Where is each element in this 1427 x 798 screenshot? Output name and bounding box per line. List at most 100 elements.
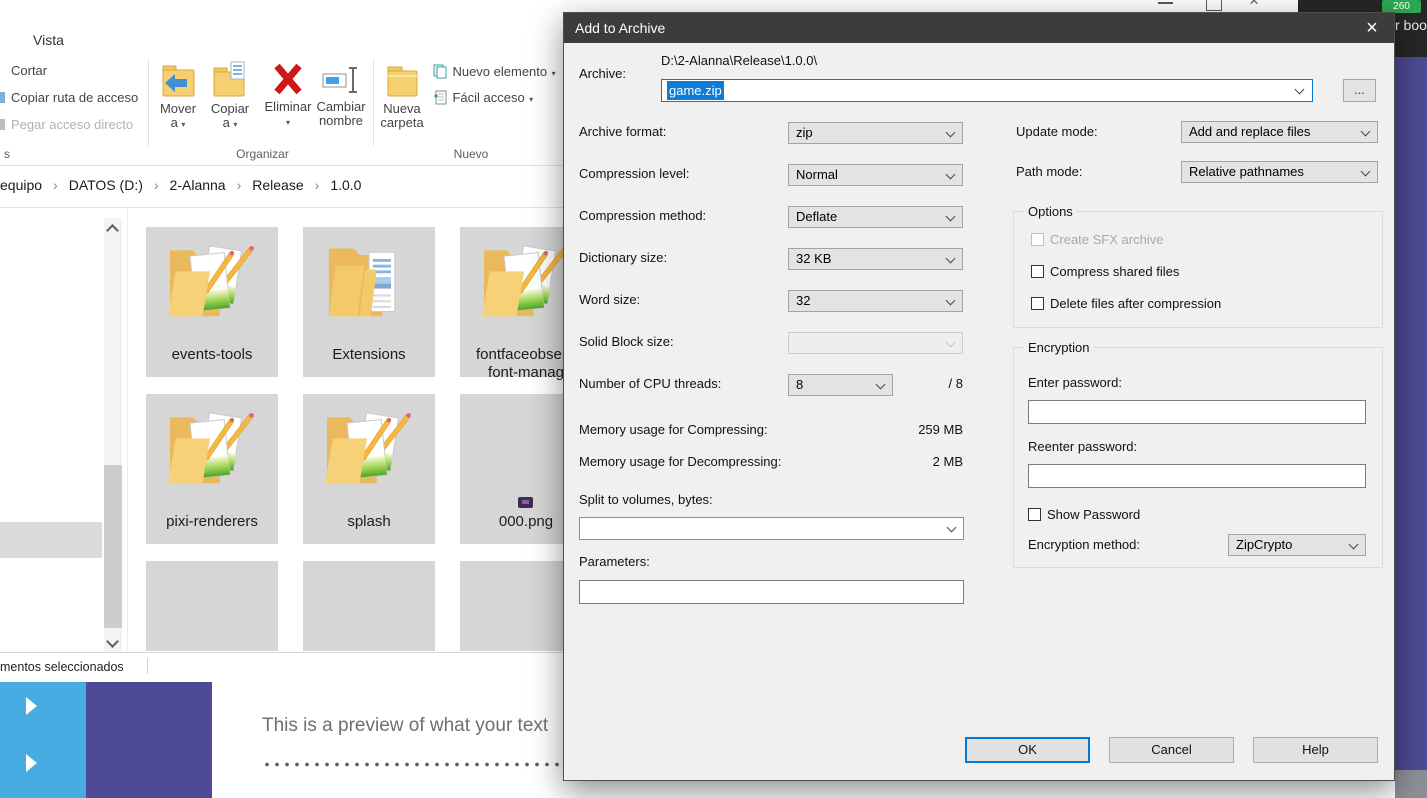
- path-mode-select[interactable]: Relative pathnames: [1181, 161, 1378, 183]
- reenter-password-input[interactable]: [1028, 464, 1366, 488]
- easy-access-icon: [433, 90, 448, 105]
- move-to-button[interactable]: Mover a ▾: [152, 60, 204, 132]
- file-tile[interactable]: pixi-renderers: [146, 394, 278, 544]
- file-tile[interactable]: events-tools: [146, 227, 278, 377]
- ribbon-separator: [148, 58, 149, 146]
- ok-button[interactable]: OK: [965, 737, 1090, 763]
- scroll-down-icon[interactable]: [106, 635, 119, 648]
- pane-divider: [127, 208, 128, 652]
- solid-block-size-select: [788, 332, 963, 354]
- checkbox-icon[interactable]: [1028, 508, 1041, 521]
- ribbon-copy-path[interactable]: Copiar ruta de acceso: [11, 90, 138, 105]
- close-icon[interactable]: ×: [1358, 15, 1386, 41]
- archive-format-select[interactable]: zip: [788, 122, 963, 144]
- archive-name-value[interactable]: game.zip: [667, 81, 724, 100]
- maximize-icon[interactable]: [1206, 0, 1222, 11]
- new-group-label: Nuevo: [385, 147, 557, 161]
- breadcrumb-item[interactable]: DATOS (D:): [69, 177, 143, 193]
- nav-pane-selected-item[interactable]: [0, 522, 102, 558]
- file-tile[interactable]: Extensions: [303, 227, 435, 377]
- create-sfx-checkbox-row: Create SFX archive: [1031, 232, 1163, 247]
- dictionary-size-select[interactable]: 32 KB: [788, 248, 963, 270]
- show-password-checkbox-row[interactable]: Show Password: [1028, 507, 1140, 522]
- webpage-preview-text: This is a preview of what your text: [262, 715, 548, 737]
- webpage-blue-panel: [0, 682, 86, 798]
- enter-password-input[interactable]: [1028, 400, 1366, 424]
- cancel-button[interactable]: Cancel: [1109, 737, 1234, 763]
- rename-icon: [321, 60, 361, 100]
- breadcrumb-item[interactable]: 1.0.0: [330, 177, 361, 193]
- compression-level-label: Compression level:: [579, 166, 690, 182]
- delete-icon: [269, 60, 307, 100]
- play-arrow-icon[interactable]: [26, 697, 37, 715]
- chevron-down-icon: [946, 128, 956, 138]
- chevron-down-icon: [1361, 127, 1371, 137]
- file-tile[interactable]: [146, 561, 278, 651]
- delete-after-checkbox-row[interactable]: Delete files after compression: [1031, 296, 1221, 311]
- memory-decompressing-label: Memory usage for Decompressing:: [579, 454, 781, 470]
- webpage-purple-panel: [86, 682, 212, 798]
- scrollbar-thumb[interactable]: [104, 465, 122, 628]
- checkbox-icon[interactable]: [1031, 297, 1044, 310]
- encryption-method-label: Encryption method:: [1028, 537, 1140, 553]
- encryption-method-select[interactable]: ZipCrypto: [1228, 534, 1366, 556]
- encryption-group-title: Encryption: [1024, 340, 1093, 355]
- paste-shortcut-icon: [0, 119, 5, 130]
- update-mode-label: Update mode:: [1016, 124, 1098, 140]
- word-size-select[interactable]: 32: [788, 290, 963, 312]
- help-button[interactable]: Help: [1253, 737, 1378, 763]
- solid-block-size-label: Solid Block size:: [579, 334, 674, 350]
- delete-button[interactable]: Eliminar ▾: [258, 60, 318, 130]
- close-icon[interactable]: ×: [1244, 0, 1264, 10]
- checkbox-icon[interactable]: [1031, 265, 1044, 278]
- chevron-down-icon: [947, 523, 957, 533]
- browse-button[interactable]: ...: [1343, 79, 1376, 102]
- compression-method-label: Compression method:: [579, 208, 706, 224]
- tab-vista[interactable]: Vista: [33, 32, 64, 48]
- minimize-icon[interactable]: [1158, 2, 1173, 4]
- new-item-button[interactable]: Nuevo elemento ▾: [433, 63, 556, 81]
- chevron-down-icon: [1361, 167, 1371, 177]
- dialog-title-bar[interactable]: Add to Archive ×: [564, 13, 1394, 43]
- dialog-title: Add to Archive: [575, 13, 665, 43]
- compression-method-select[interactable]: Deflate: [788, 206, 963, 228]
- easy-access-button[interactable]: Fácil acceso ▾: [433, 89, 533, 107]
- breadcrumb-item[interactable]: Release: [252, 177, 303, 193]
- ribbon-paste-shortcut: Pegar acceso directo: [11, 117, 133, 132]
- folder-icon: [321, 404, 417, 488]
- chevron-down-icon[interactable]: [1295, 85, 1305, 95]
- chevron-down-icon: ▾: [552, 69, 556, 78]
- dictionary-size-label: Dictionary size:: [579, 250, 667, 266]
- play-arrow-icon[interactable]: [26, 754, 37, 772]
- rename-button[interactable]: Cambiar nombre: [310, 60, 372, 128]
- file-tile[interactable]: splash: [303, 394, 435, 544]
- scrollbar[interactable]: [104, 218, 122, 652]
- memory-decompressing-value: 2 MB: [844, 454, 963, 469]
- chevron-down-icon: [1349, 540, 1359, 550]
- archive-path: D:\2-Alanna\Release\1.0.0\: [661, 53, 817, 69]
- chevron-down-icon: [946, 254, 956, 264]
- encryption-group: Encryption Enter password: Reenter passw…: [1013, 347, 1383, 568]
- ribbon-separator: [373, 58, 374, 146]
- new-folder-button[interactable]: Nueva carpeta: [376, 60, 428, 130]
- status-text: mentos seleccionados: [0, 660, 124, 674]
- parameters-label: Parameters:: [579, 554, 650, 570]
- file-tile[interactable]: [303, 561, 435, 651]
- archive-name-combo[interactable]: game.zip: [661, 79, 1313, 102]
- scroll-up-icon[interactable]: [106, 224, 119, 237]
- word-size-label: Word size:: [579, 292, 640, 308]
- ribbon-cut[interactable]: Cortar: [11, 63, 47, 78]
- chevron-down-icon: [946, 212, 956, 222]
- browser-partial-text: r boo: [1395, 17, 1427, 33]
- chevron-down-icon: [946, 170, 956, 180]
- compress-shared-checkbox-row[interactable]: Compress shared files: [1031, 264, 1179, 279]
- split-volumes-combo[interactable]: [579, 517, 964, 540]
- compression-level-select[interactable]: Normal: [788, 164, 963, 186]
- update-mode-select[interactable]: Add and replace files: [1181, 121, 1378, 143]
- breadcrumb-item[interactable]: 2-Alanna: [170, 177, 226, 193]
- screen: 260 r boo × Vista Cortar Copiar ruta de …: [0, 0, 1427, 798]
- breadcrumb-item[interactable]: equipo: [0, 177, 42, 193]
- parameters-input[interactable]: [579, 580, 964, 604]
- copy-to-button[interactable]: Copiar a ▾: [204, 60, 256, 132]
- chevron-down-icon: ▾: [233, 120, 237, 129]
